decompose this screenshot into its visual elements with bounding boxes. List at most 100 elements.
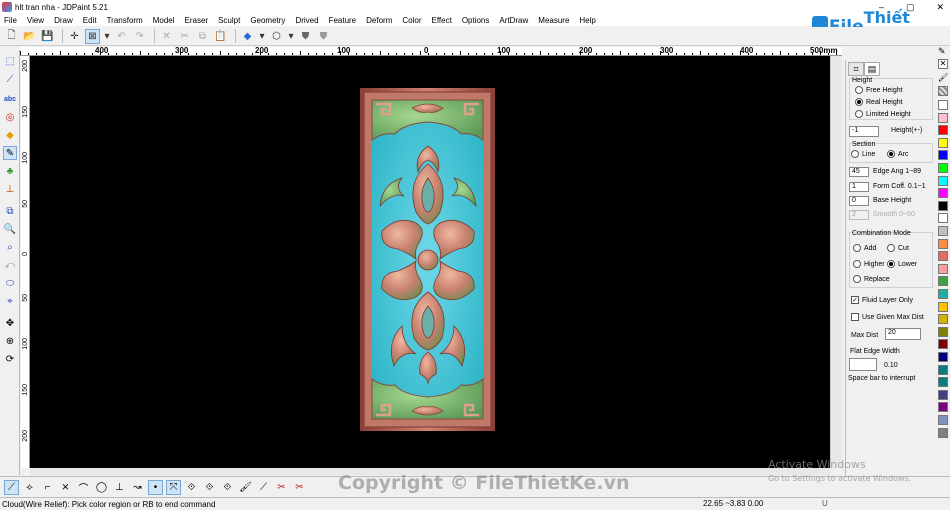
color-swatch[interactable] bbox=[938, 364, 948, 375]
tree-icon[interactable]: ♣ bbox=[3, 164, 17, 178]
menu-eraser[interactable]: Eraser bbox=[185, 16, 209, 25]
zoom-in-icon[interactable]: 🔍 bbox=[3, 222, 17, 236]
shield-gray-icon[interactable]: ⛊ bbox=[316, 29, 331, 44]
circle-node-icon[interactable]: ◯ bbox=[94, 480, 109, 495]
color-swatch[interactable] bbox=[938, 100, 948, 110]
radio-real-height[interactable]: Real Height bbox=[855, 98, 903, 106]
color-swatch[interactable] bbox=[938, 150, 948, 161]
color-swatch[interactable] bbox=[938, 276, 948, 287]
new-file-icon[interactable]: 🗋 bbox=[4, 29, 19, 44]
zoom-fit-icon[interactable]: ⌖ bbox=[3, 294, 17, 308]
sculpt-brush-icon[interactable]: ✎ bbox=[3, 146, 17, 160]
horizontal-scrollbar[interactable] bbox=[30, 468, 830, 475]
diamond-node2-icon[interactable]: ⟐ bbox=[202, 480, 217, 495]
rectangle-select-icon[interactable]: ⬚ bbox=[3, 54, 17, 68]
panel-tab-grid[interactable]: ⌗ bbox=[848, 62, 864, 76]
color-swatch[interactable] bbox=[938, 226, 948, 236]
color-swatch[interactable] bbox=[938, 163, 948, 173]
form-coff-input[interactable]: 1 bbox=[849, 182, 869, 192]
pen-icon[interactable]: ✎ bbox=[938, 46, 948, 56]
perpendicular-icon[interactable]: ⊥ bbox=[112, 480, 127, 495]
crosshair-icon[interactable]: ✛ bbox=[67, 29, 82, 44]
chevron-down-icon[interactable]: ▾ bbox=[287, 29, 295, 44]
delete-icon[interactable]: ✕ bbox=[159, 29, 174, 44]
diamond-node3-icon[interactable]: ⟐ bbox=[220, 480, 235, 495]
radio-free-height[interactable]: Free Height bbox=[855, 86, 903, 94]
color-swatch[interactable] bbox=[938, 188, 948, 199]
color-swatch[interactable] bbox=[938, 415, 948, 425]
menu-options[interactable]: Options bbox=[462, 16, 490, 25]
color-swatch[interactable] bbox=[938, 402, 948, 413]
chevron-down-icon[interactable]: ▾ bbox=[258, 29, 266, 44]
color-swatch[interactable] bbox=[938, 175, 948, 186]
copy-zoom-icon[interactable]: ⧉ bbox=[3, 204, 17, 218]
radio-cut[interactable]: Cut bbox=[887, 244, 909, 252]
radio-line[interactable]: Line bbox=[851, 150, 875, 158]
zoom-window-icon[interactable]: ⌕ bbox=[3, 240, 17, 254]
menu-feature[interactable]: Feature bbox=[329, 16, 357, 25]
magnify-icon[interactable]: ⊕ bbox=[3, 334, 17, 348]
menu-draw[interactable]: Draw bbox=[54, 16, 73, 25]
drawing-canvas[interactable] bbox=[30, 56, 830, 468]
chevron-down-icon[interactable]: ▾ bbox=[103, 29, 111, 44]
arc-icon[interactable]: ⌒ bbox=[76, 480, 91, 495]
undo-icon[interactable]: ↶ bbox=[114, 29, 129, 44]
menu-measure[interactable]: Measure bbox=[538, 16, 569, 25]
color-swatch[interactable] bbox=[938, 427, 948, 438]
use-max-dist-checkbox[interactable]: Use Given Max Dist bbox=[851, 313, 924, 321]
diamond-node-icon[interactable]: ⟐ bbox=[184, 480, 199, 495]
line-tool-icon[interactable]: ⟋ bbox=[4, 479, 19, 495]
brush-icon[interactable]: 🖌 bbox=[238, 480, 253, 495]
pipe-icon[interactable]: ⊥ bbox=[3, 182, 17, 196]
panel-tab-page[interactable]: ▤ bbox=[864, 62, 880, 76]
shield-icon[interactable]: ⛊ bbox=[298, 29, 313, 44]
palette-brush-icon[interactable]: 🖌 bbox=[938, 73, 948, 83]
radio-higher[interactable]: Higher bbox=[853, 260, 885, 268]
save-icon[interactable]: 💾 bbox=[40, 29, 55, 44]
color-swatch[interactable] bbox=[938, 263, 948, 274]
color-swatch[interactable] bbox=[938, 112, 948, 123]
text-abc-icon[interactable]: abc bbox=[3, 92, 17, 106]
menu-help[interactable]: Help bbox=[579, 16, 595, 25]
max-dist-input[interactable]: 20 bbox=[885, 328, 921, 340]
knife-icon[interactable]: ⟋ bbox=[256, 480, 271, 495]
menu-drived[interactable]: Drived bbox=[295, 16, 318, 25]
cut-red-icon[interactable]: ✂ bbox=[274, 480, 289, 495]
flat-edge-input[interactable] bbox=[849, 358, 877, 371]
close-button[interactable]: ✕ bbox=[936, 0, 944, 14]
menu-view[interactable]: View bbox=[27, 16, 44, 25]
radio-arc[interactable]: Arc bbox=[887, 150, 909, 158]
color-swatch[interactable] bbox=[938, 314, 948, 325]
color-swatch[interactable] bbox=[938, 137, 948, 148]
color-swatch[interactable] bbox=[938, 125, 948, 136]
radio-lower[interactable]: Lower bbox=[887, 260, 917, 268]
menu-transform[interactable]: Transform bbox=[107, 16, 143, 25]
menu-color[interactable]: Color bbox=[402, 16, 421, 25]
color-swatch[interactable] bbox=[938, 289, 948, 299]
cut-red2-icon[interactable]: ✂ bbox=[292, 480, 307, 495]
view-all-icon[interactable]: ⬭ bbox=[3, 276, 17, 290]
ring-icon[interactable]: ◎ bbox=[3, 110, 17, 124]
radio-add[interactable]: Add bbox=[853, 244, 876, 252]
corner-icon[interactable]: ⌐ bbox=[40, 480, 55, 495]
zoom-prev-icon[interactable]: ⤺ bbox=[3, 258, 17, 272]
layer-color-icon[interactable]: ◆ bbox=[240, 29, 255, 44]
menu-edit[interactable]: Edit bbox=[83, 16, 97, 25]
rotate-icon[interactable]: ⟳ bbox=[3, 352, 17, 366]
pan-icon[interactable]: ✥ bbox=[3, 316, 17, 330]
select-box-icon[interactable]: ⊠ bbox=[85, 28, 100, 44]
render-mode-icon[interactable]: ⬡ bbox=[269, 29, 284, 44]
menu-model[interactable]: Model bbox=[153, 16, 175, 25]
redo-icon[interactable]: ↷ bbox=[132, 29, 147, 44]
menu-sculpt[interactable]: Sculpt bbox=[218, 16, 240, 25]
node-edit-icon[interactable]: ⤧ bbox=[166, 479, 181, 495]
color-swatch[interactable] bbox=[938, 238, 948, 249]
palette-x-icon[interactable]: ✕ bbox=[938, 59, 948, 69]
palette-checker-icon[interactable] bbox=[938, 86, 948, 96]
trim-icon[interactable]: ⟡ bbox=[22, 480, 37, 495]
color-swatch[interactable] bbox=[938, 251, 948, 262]
color-swatch[interactable] bbox=[938, 352, 948, 362]
menu-artdraw[interactable]: ArtDraw bbox=[499, 16, 528, 25]
radio-replace[interactable]: Replace bbox=[853, 275, 890, 283]
menu-geometry[interactable]: Geometry bbox=[250, 16, 285, 25]
